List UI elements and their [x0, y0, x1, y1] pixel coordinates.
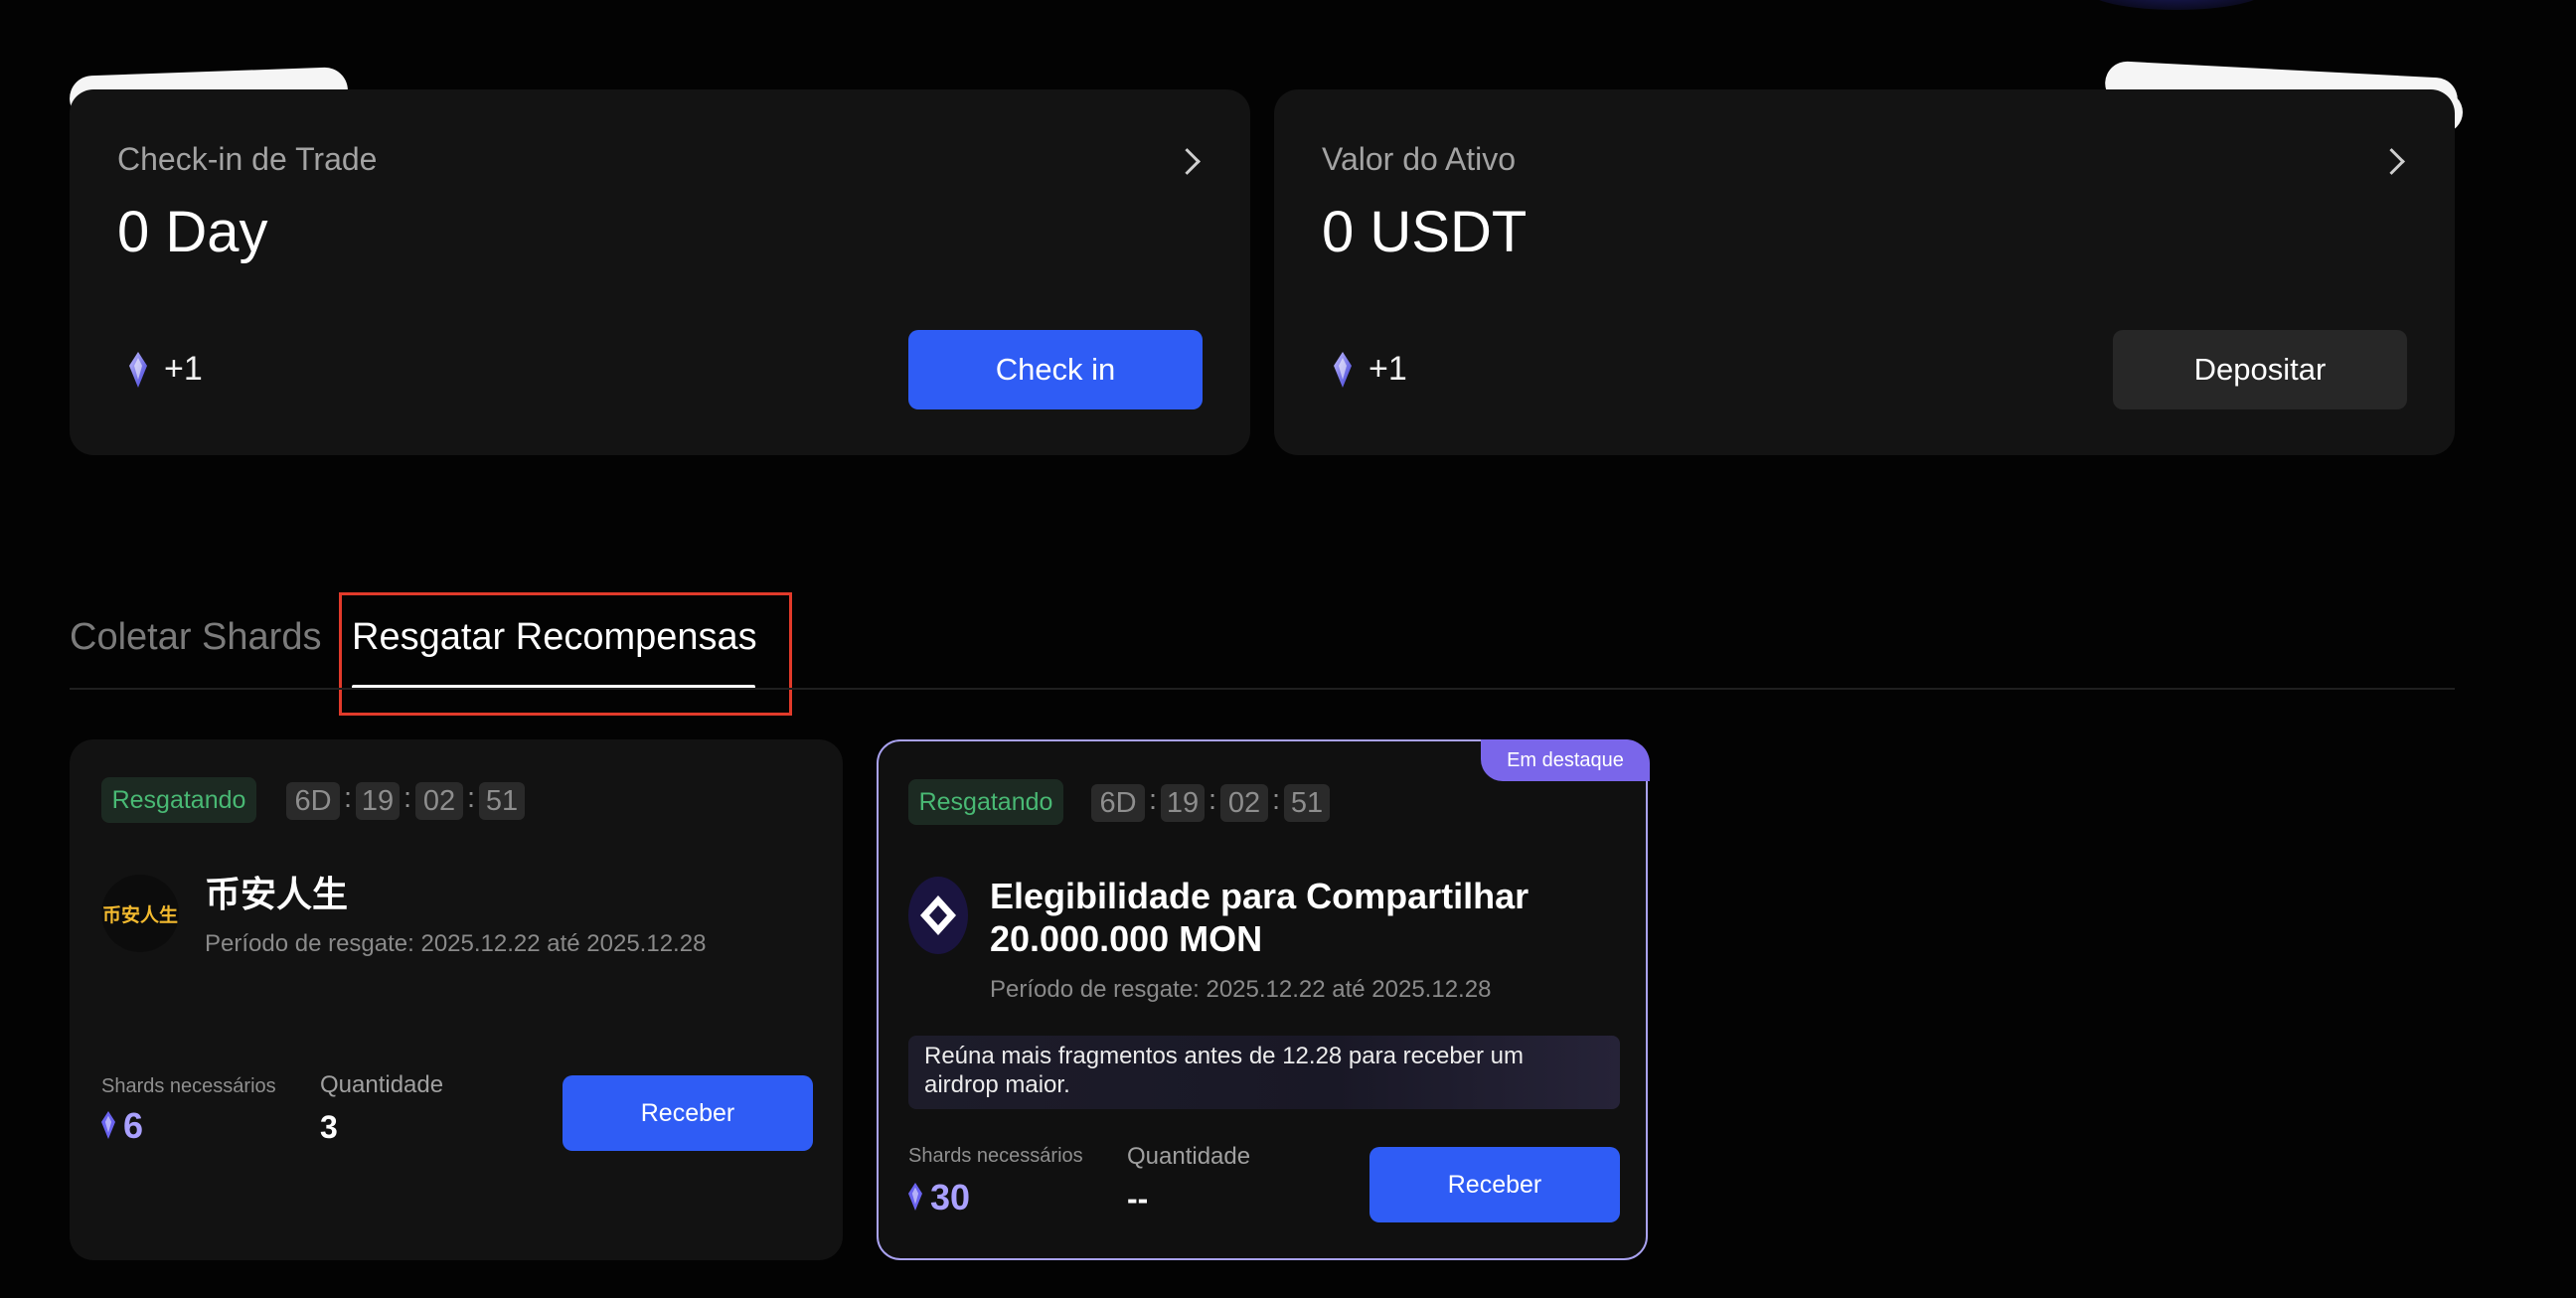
chevron-right-icon[interactable]: [1174, 148, 1201, 175]
quantity-value: --: [1127, 1181, 1149, 1217]
reward-title-line2: 20.000.000 MON: [990, 918, 1263, 959]
monad-logo-icon: [908, 877, 968, 954]
countdown-days: 6D: [286, 782, 340, 820]
featured-badge: Em destaque: [1481, 739, 1650, 781]
checkin-bonus: +1: [164, 350, 203, 388]
card-title: Valor do Ativo: [1322, 141, 1517, 177]
tab-collect-shards[interactable]: Coletar Shards: [70, 616, 321, 659]
tabs-divider: [70, 688, 2455, 690]
shards-required-label: Shards necessários: [101, 1075, 276, 1097]
countdown-days: 6D: [1091, 784, 1145, 822]
time-separator: :: [1272, 784, 1281, 816]
quantity-label: Quantidade: [320, 1071, 444, 1098]
notice-line2: airdrop maior.: [924, 1071, 1070, 1098]
time-separator: :: [403, 782, 412, 814]
status-badge: Resgatando: [101, 777, 256, 823]
shard-gem-icon: [129, 352, 147, 388]
quantity-value: 3: [320, 1109, 338, 1145]
reward-card: Resgatando 6D : 19 : 02 : 51 币安人生 币安人生 P…: [70, 739, 843, 1260]
asset-value: 0 USDT: [1322, 200, 1528, 264]
shard-gem-icon: [1334, 352, 1352, 388]
check-in-button[interactable]: Check in: [908, 330, 1203, 409]
deposit-button[interactable]: Depositar: [2113, 330, 2407, 409]
countdown-seconds: 51: [1284, 784, 1330, 822]
time-separator: :: [1208, 784, 1217, 816]
receive-button[interactable]: Receber: [563, 1075, 813, 1151]
background-glow: [2087, 0, 2266, 10]
countdown-seconds: 51: [479, 782, 525, 820]
countdown-minutes: 02: [1220, 784, 1268, 822]
shards-required-value: 30: [930, 1177, 971, 1217]
notice-line1: Reúna mais fragmentos antes de 12.28 par…: [924, 1043, 1525, 1069]
time-separator: :: [1149, 784, 1158, 816]
asset-value-card[interactable]: Valor do Ativo 0 USDT +1 Depositar: [1274, 89, 2455, 455]
countdown-minutes: 02: [415, 782, 463, 820]
checkin-days-value: 0 Day: [117, 200, 268, 264]
receive-button[interactable]: Receber: [1369, 1147, 1620, 1222]
shard-gem-icon: [101, 1111, 115, 1139]
reward-title: 币安人生: [205, 874, 349, 914]
token-avatar: 币安人生: [101, 875, 179, 952]
redeem-period: Período de resgate: 2025.12.22 até 2025.…: [205, 930, 707, 957]
chevron-right-icon[interactable]: [2378, 148, 2405, 175]
reward-card-featured: Em destaque Resgatando 6D : 19 : 02 : 51…: [877, 739, 1650, 1260]
time-separator: :: [344, 782, 353, 814]
countdown-hours: 19: [1161, 784, 1205, 822]
status-badge: Resgatando: [908, 779, 1063, 825]
shards-required-value: 6: [123, 1105, 144, 1146]
countdown-hours: 19: [356, 782, 400, 820]
time-separator: :: [467, 782, 476, 814]
card-title: Check-in de Trade: [117, 141, 378, 177]
quantity-label: Quantidade: [1127, 1143, 1251, 1170]
airdrop-notice: Reúna mais fragmentos antes de 12.28 par…: [908, 1036, 1620, 1109]
highlight-annotation-box: [339, 592, 792, 716]
redeem-period: Período de resgate: 2025.12.22 até 2025.…: [990, 976, 1492, 1003]
trade-checkin-card[interactable]: Check-in de Trade 0 Day +1 Check in: [70, 89, 1250, 455]
shards-required-label: Shards necessários: [908, 1145, 1083, 1167]
asset-bonus: +1: [1368, 350, 1407, 388]
shard-gem-icon: [908, 1183, 922, 1211]
reward-title-line1: Elegibilidade para Compartilhar: [990, 876, 1530, 916]
